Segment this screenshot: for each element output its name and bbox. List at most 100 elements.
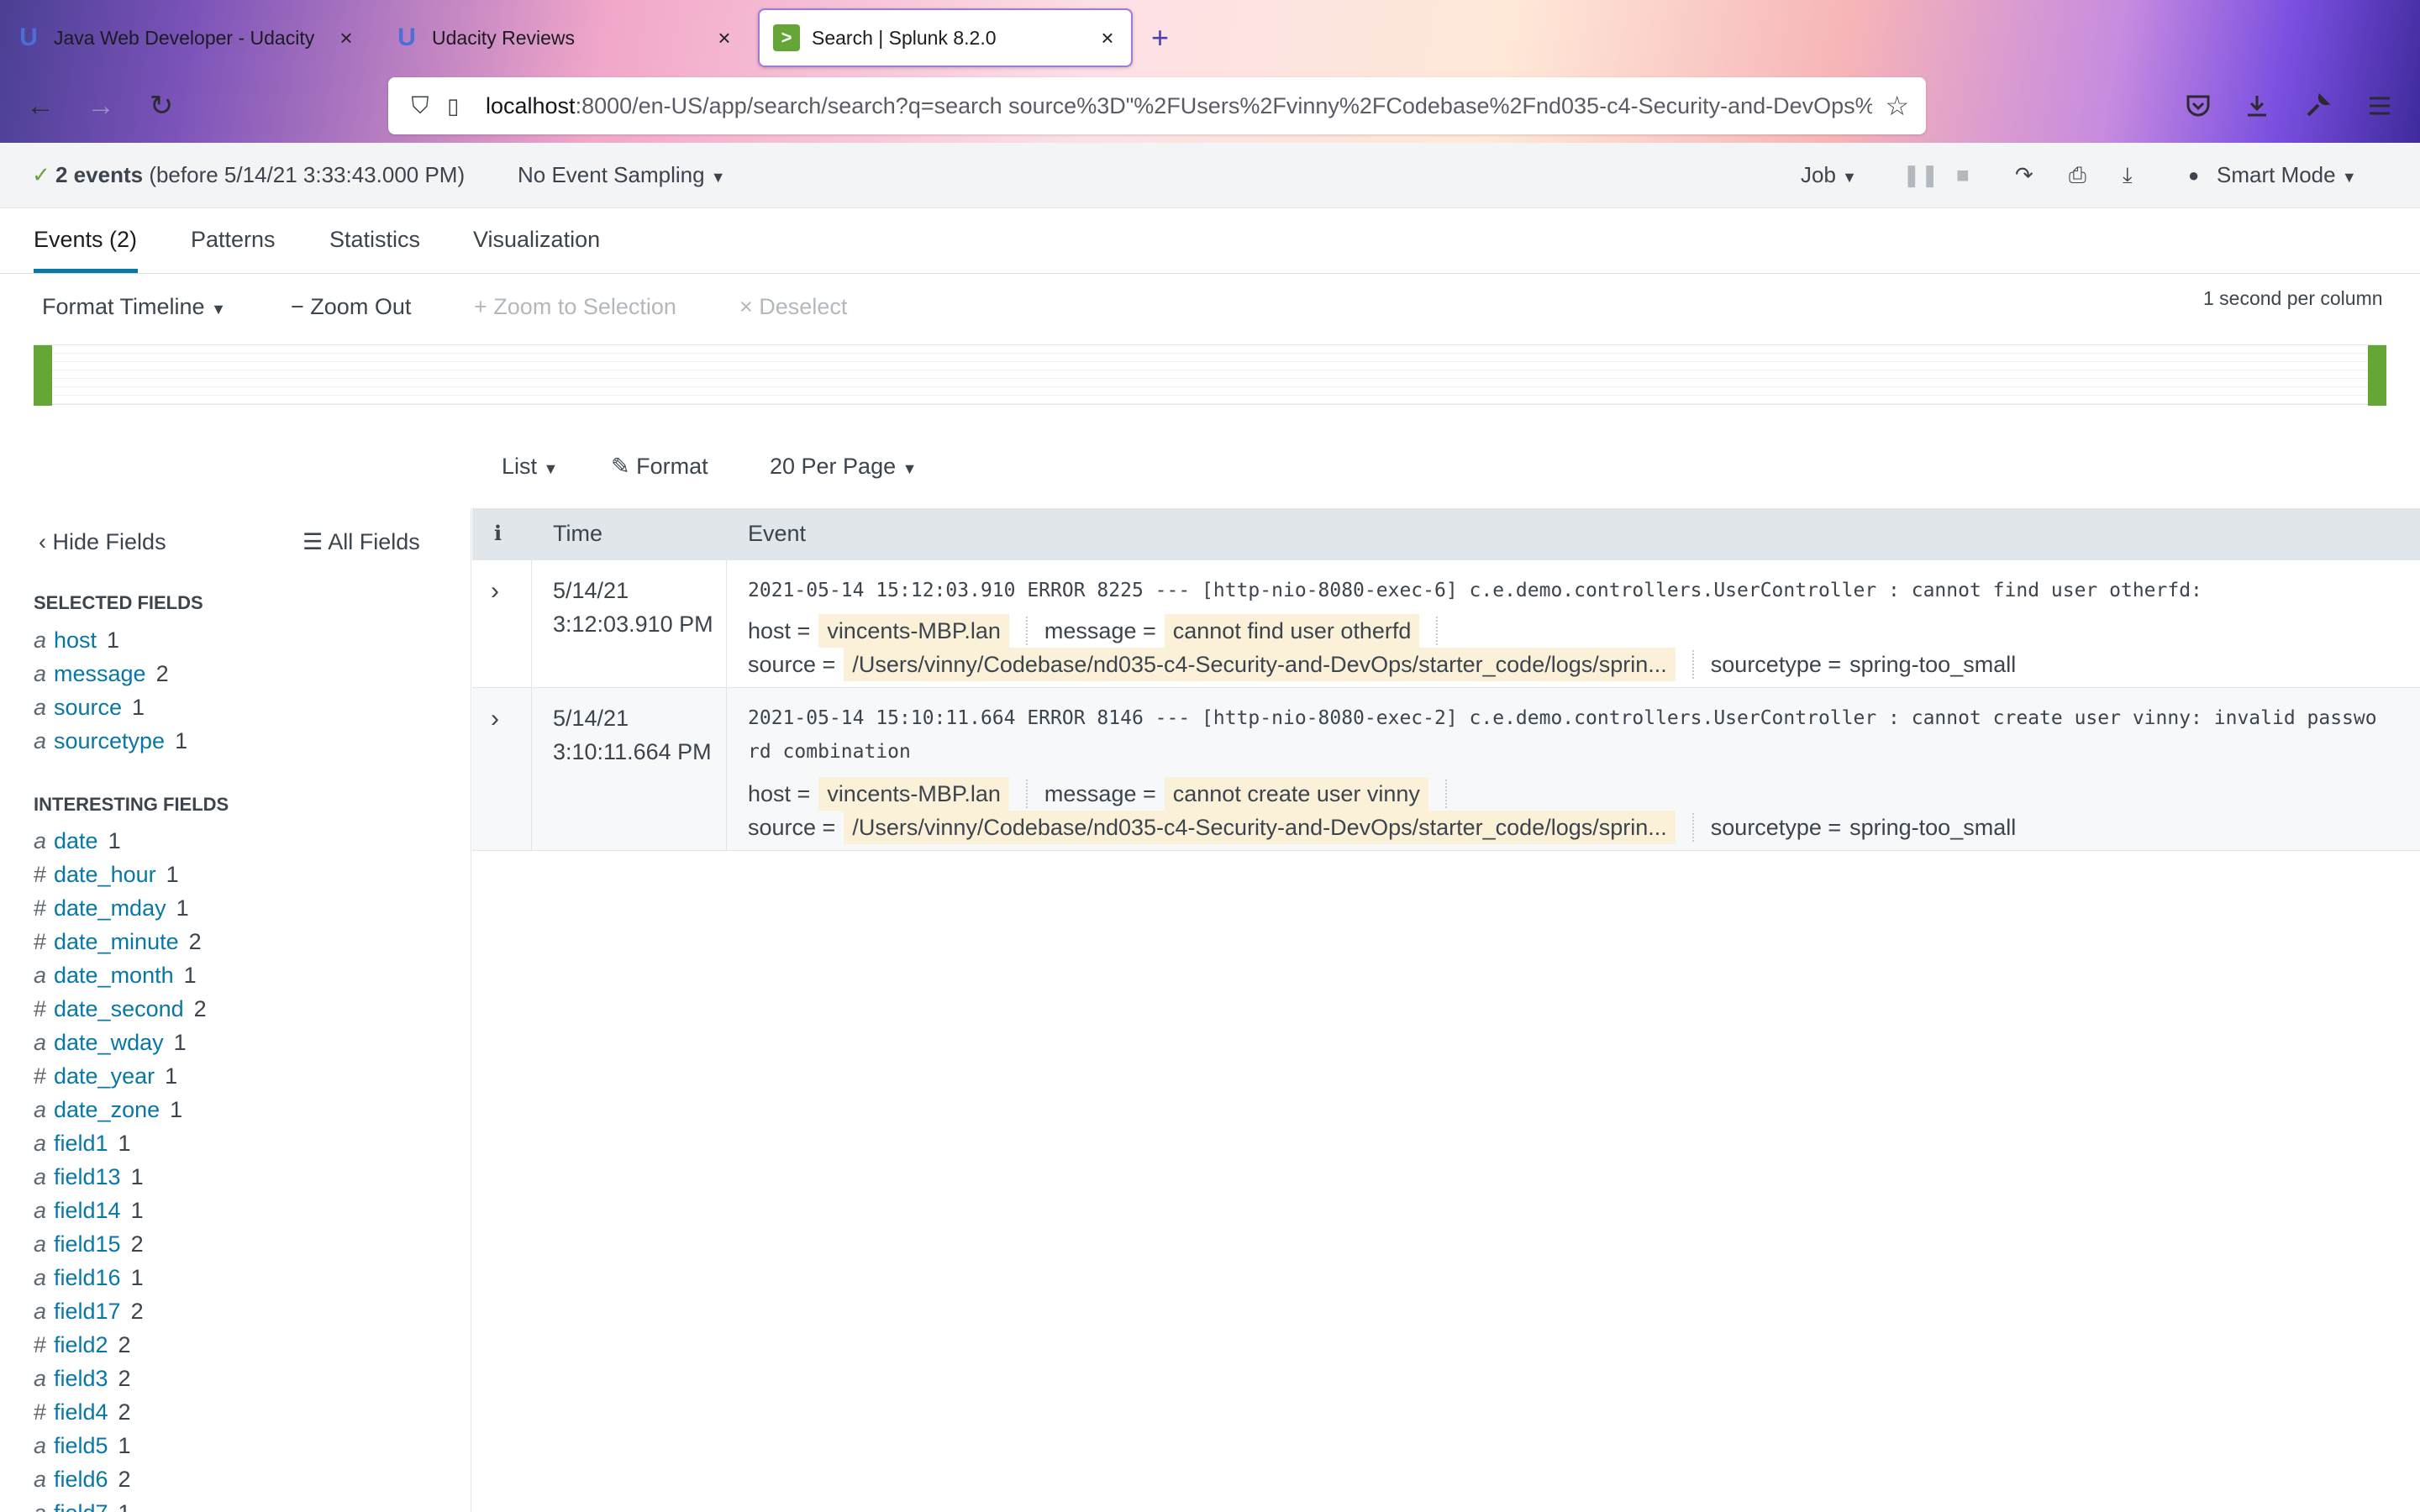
field-item-date[interactable]: a date 1 [34,824,121,858]
chevron-right-icon[interactable]: › [491,577,499,606]
timeline-chart[interactable] [34,344,2386,406]
print-icon[interactable]: ⎙ [2069,162,2086,189]
format-button[interactable]: ✎ Format [611,454,708,480]
field-item-field14[interactable]: a field14 1 [34,1194,144,1227]
zoom-out-button[interactable]: − Zoom Out [291,294,411,320]
event-raw-text[interactable]: 2021-05-14 15:10:11.664 ERROR 8146 --- [… [748,701,2386,769]
deselect-button[interactable]: × Deselect [739,294,847,320]
per-page-dropdown[interactable]: 20 Per Page ▼ [770,454,917,480]
field-name[interactable]: date [54,828,98,854]
host-value[interactable]: vincents-MBP.lan [818,777,1009,811]
message-value[interactable]: cannot create user vinny [1164,777,1428,811]
wrench-icon[interactable] [2296,84,2339,128]
field-name[interactable]: field14 [54,1198,121,1224]
field-item-sourcetype[interactable]: a sourcetype 1 [34,724,187,758]
search-mode-dropdown[interactable]: Smart Mode ▼ [2217,162,2357,188]
field-name[interactable]: field6 [54,1467,108,1493]
field-name[interactable]: date_wday [54,1030,164,1056]
field-item-field13[interactable]: a field13 1 [34,1160,144,1194]
stop-icon[interactable]: ■ [1956,162,1970,188]
field-item-field1[interactable]: a field1 1 [34,1126,131,1160]
browser-tab-reviews[interactable]: U Udacity Reviews × [393,8,738,67]
chevron-right-icon[interactable]: › [491,705,499,733]
field-item-date-second[interactable]: # date_second 2 [34,992,207,1026]
field-name[interactable]: source [54,695,122,721]
field-item-date-year[interactable]: # date_year 1 [34,1059,177,1093]
field-item-field17[interactable]: a field17 2 [34,1294,144,1328]
field-name[interactable]: field7 [54,1500,108,1512]
pause-icon[interactable]: ❚❚ [1902,162,1939,188]
field-item-field5[interactable]: a field5 1 [34,1429,131,1462]
tab-patterns[interactable]: Patterns [191,227,276,253]
field-name[interactable]: date_zone [54,1097,160,1123]
field-name[interactable]: date_second [54,996,184,1022]
job-dropdown[interactable]: Job ▼ [1801,162,1857,188]
field-item-field3[interactable]: a field3 2 [34,1362,131,1395]
field-item-date-zone[interactable]: a date_zone 1 [34,1093,182,1126]
new-tab-button[interactable]: + [1151,8,1185,67]
tab-events[interactable]: Events (2) [34,227,137,253]
hide-fields-button[interactable]: ‹ Hide Fields [39,529,166,555]
field-item-field2[interactable]: # field2 2 [34,1328,131,1362]
field-name[interactable]: date_hour [54,862,156,888]
field-name[interactable]: field4 [54,1399,108,1425]
all-fields-button[interactable]: ☰ All Fields [302,529,420,555]
source-value[interactable]: /Users/vinny/Codebase/nd035-c4-Security-… [844,811,1676,844]
close-icon[interactable]: × [711,24,738,51]
host-value[interactable]: vincents-MBP.lan [818,614,1009,648]
field-name[interactable]: sourcetype [54,728,165,754]
field-item-field7[interactable]: afield7 1 [34,1496,131,1512]
field-item-field15[interactable]: a field15 2 [34,1227,144,1261]
field-name[interactable]: field13 [54,1164,121,1190]
field-name[interactable]: field1 [54,1131,108,1157]
field-name[interactable]: message [54,661,146,687]
pocket-icon[interactable] [2176,84,2220,128]
time-column-header[interactable]: Time [553,521,602,547]
field-item-field4[interactable]: # field4 2 [34,1395,131,1429]
timeline-bar[interactable] [34,345,52,406]
close-icon[interactable]: × [1094,24,1121,51]
url-text[interactable]: localhost:8000/en-US/app/search/search?q… [486,93,1872,119]
field-item-date-minute[interactable]: # date_minute 2 [34,925,202,958]
event-raw-text[interactable]: 2021-05-14 15:12:03.910 ERROR 8225 --- [… [748,574,2386,607]
download-icon[interactable] [2235,84,2279,128]
field-name[interactable]: date_year [54,1063,155,1089]
reload-icon[interactable]: ↻ [139,84,183,128]
back-icon[interactable]: ← [18,84,62,128]
url-bar[interactable]: ⛉ ▯ localhost:8000/en-US/app/search/sear… [388,77,1926,134]
browser-tab-udacity[interactable]: U Java Web Developer - Udacity × [15,8,360,67]
forward-icon[interactable]: → [79,84,123,128]
event-sampling-dropdown[interactable]: No Event Sampling ▼ [518,162,726,188]
share-icon[interactable]: ↷ [2015,162,2033,188]
field-item-date-wday[interactable]: a date_wday 1 [34,1026,187,1059]
field-item-source[interactable]: a source 1 [34,690,145,724]
message-value[interactable]: cannot find user otherfd [1164,614,1420,648]
field-item-date-month[interactable]: a date_month 1 [34,958,197,992]
field-name[interactable]: field3 [54,1366,108,1392]
sourcetype-value[interactable]: spring-too_small [1849,652,2016,678]
close-icon[interactable]: × [333,24,360,51]
zoom-to-selection-button[interactable]: + Zoom to Selection [474,294,676,320]
field-name[interactable]: date_minute [54,929,179,955]
field-name[interactable]: field2 [54,1332,108,1358]
field-item-field6[interactable]: a field6 2 [34,1462,131,1496]
shield-icon[interactable]: ⛉ [403,92,437,120]
format-timeline-dropdown[interactable]: Format Timeline ▼ [42,294,226,320]
field-item-field16[interactable]: a field16 1 [34,1261,144,1294]
menu-icon[interactable] [2358,84,2402,128]
field-item-message[interactable]: a message 2 [34,657,169,690]
field-name[interactable]: field15 [54,1231,121,1257]
sourcetype-value[interactable]: spring-too_small [1849,815,2016,841]
field-name[interactable]: host [54,627,97,654]
field-item-date-mday[interactable]: # date_mday 1 [34,891,189,925]
field-name[interactable]: field17 [54,1299,121,1325]
field-name[interactable]: field5 [54,1433,108,1459]
field-name[interactable]: field16 [54,1265,121,1291]
field-item-host[interactable]: a host 1 [34,623,119,657]
tab-visualization[interactable]: Visualization [473,227,600,253]
list-view-dropdown[interactable]: List ▼ [502,454,558,480]
timeline-bar[interactable] [2368,345,2386,406]
field-name[interactable]: date_month [54,963,174,989]
field-name[interactable]: date_mday [54,895,166,921]
tab-statistics[interactable]: Statistics [329,227,420,253]
